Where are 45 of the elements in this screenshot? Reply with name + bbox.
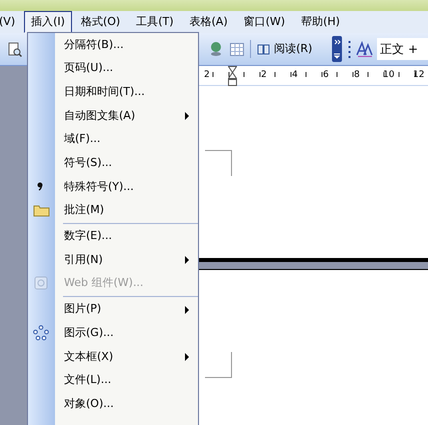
ruler-label: 6 — [323, 69, 329, 82]
menu-item[interactable]: 图示(G)... — [28, 321, 198, 345]
menu-item[interactable]: 工具(T) — [129, 10, 180, 34]
ruler-label: 4 — [292, 69, 298, 82]
menu-item[interactable]: 文本框(X) — [28, 344, 198, 369]
menu-item[interactable]: 帮助(H) — [294, 10, 347, 34]
web-component-icon — [33, 276, 49, 291]
menu-item[interactable]: 域(F)... — [28, 128, 198, 152]
indent-marker[interactable] — [228, 66, 237, 86]
menu-item[interactable]: 批注(M) — [28, 198, 198, 222]
ruler-label: 8 — [354, 69, 360, 82]
submenu-arrow-icon — [185, 256, 189, 264]
menu-item[interactable]: 自动图文集(A) — [28, 104, 198, 128]
menu-item[interactable]: 数字(E)... — [28, 224, 198, 248]
submenu-arrow-icon — [185, 352, 189, 361]
menu-item[interactable]: 特殊符号(Y)... — [28, 175, 198, 199]
menu-item[interactable]: 窗口(W) — [236, 10, 292, 34]
print-preview-icon[interactable] — [8, 42, 22, 56]
submenu-arrow-icon — [185, 306, 189, 314]
table-icon[interactable] — [230, 42, 244, 56]
ruler-label: 10 — [383, 69, 394, 82]
styles-icon[interactable] — [356, 41, 374, 57]
menu-item[interactable]: 格式(O) — [74, 10, 128, 34]
ruler-label: 2 — [204, 69, 210, 82]
menu-item[interactable]: 符号(S)... — [28, 151, 198, 176]
menu-item[interactable]: (V) — [0, 10, 22, 34]
toolbar-options-icon[interactable] — [332, 36, 342, 62]
menu-item[interactable]: 文件(L)... — [28, 368, 198, 392]
read-button[interactable]: 阅读(R) — [257, 40, 312, 58]
menu-item[interactable]: 图片(P) — [28, 298, 198, 322]
crop-mark — [205, 150, 232, 176]
menu-item[interactable]: 对象(O)... — [28, 392, 198, 416]
menu-item[interactable]: 表格(A) — [182, 10, 235, 34]
crop-mark — [205, 352, 232, 378]
style-field[interactable]: 正文 + — [377, 38, 428, 60]
diagram-icon — [33, 325, 49, 342]
ruler-label: 2 — [261, 69, 267, 82]
book-icon — [257, 44, 270, 54]
menu-item[interactable]: 分隔符(B)... — [28, 33, 198, 57]
submenu-arrow-icon — [185, 112, 189, 120]
menu-item[interactable]: 引用(N) — [28, 248, 198, 272]
grip-icon — [348, 40, 352, 58]
menu-item[interactable]: 插入(I) — [24, 10, 72, 34]
menu-item[interactable]: 日期和时间(T)... — [28, 80, 198, 104]
menu-item[interactable]: 页码(U)... — [28, 56, 198, 80]
